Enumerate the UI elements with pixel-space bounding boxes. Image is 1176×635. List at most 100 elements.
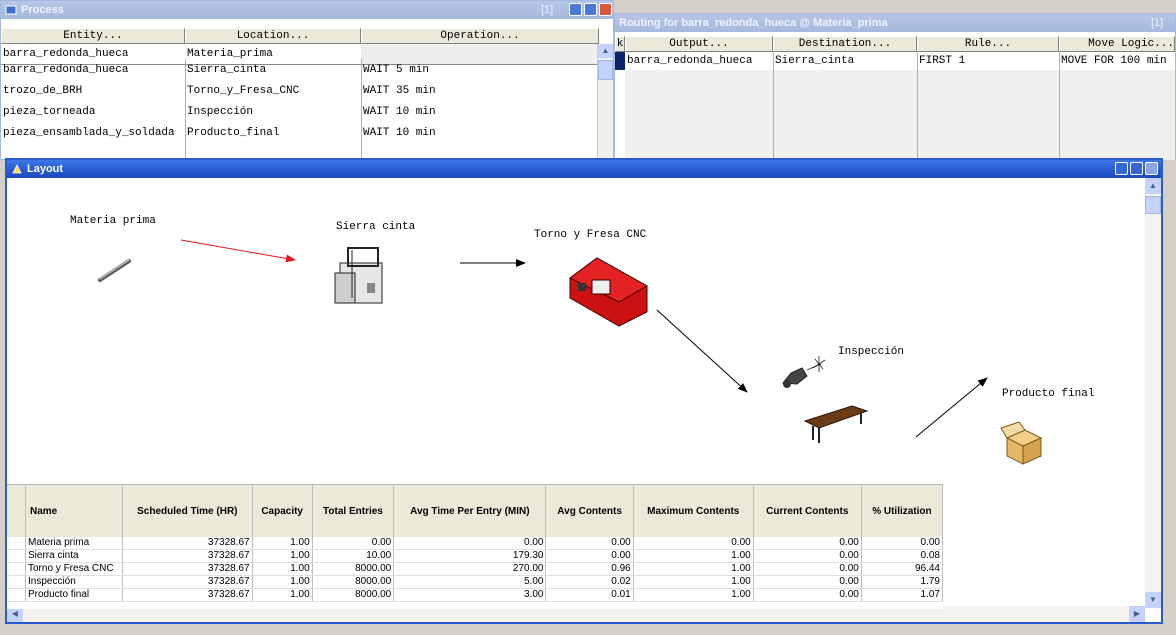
stats-row[interactable]: Sierra cinta 37328.67 1.00 10.00 179.30 0.00 1…: [7, 549, 943, 563]
routing-instance-count: [1]: [1151, 17, 1164, 29]
stats-value: 1.00: [633, 575, 754, 589]
stats-row[interactable]: Producto final 37328.67 1.00 8000.00 3.00 0.0…: [7, 588, 943, 602]
row-margin: [7, 588, 26, 602]
row-margin: [7, 562, 26, 576]
scroll-thumb[interactable]: [1145, 196, 1161, 214]
stats-col-max-contents[interactable]: Maximum Contents: [633, 485, 754, 537]
move-logic-header-button[interactable]: Move Logic...: [1059, 36, 1175, 52]
stats-value: 96.44: [861, 562, 943, 576]
process-header-row: Entity... Location... Operation...: [1, 28, 613, 44]
routing-title: Routing for barra_redonda_hueca @ Materi…: [619, 17, 888, 29]
routing-header-row: k Output... Destination... Rule... Move …: [615, 36, 1175, 52]
row-margin: [7, 575, 26, 589]
stats-col-total-entries[interactable]: Total Entries: [312, 485, 395, 537]
stats-value: 0.01: [545, 588, 634, 602]
routing-row-selector[interactable]: [615, 52, 625, 70]
rule-header-button[interactable]: Rule...: [917, 36, 1059, 52]
process-titlebar[interactable]: Process [1]: [1, 1, 613, 19]
stats-value: 1.00: [252, 562, 313, 576]
entity-header-button[interactable]: Entity...: [1, 28, 185, 44]
stats-col-avg-time[interactable]: Avg Time Per Entry (MIN): [393, 485, 547, 537]
scroll-down-icon[interactable]: ▼: [1145, 592, 1161, 608]
workbench-icon[interactable]: [803, 405, 869, 443]
location-header-button[interactable]: Location...: [185, 28, 361, 44]
stats-row[interactable]: Torno y Fresa CNC 37328.67 1.00 8000.00 270.…: [7, 562, 943, 576]
row-location: Sierra_cinta: [187, 63, 267, 76]
output-header-button[interactable]: Output...: [625, 36, 773, 52]
layout-window-icon: [12, 164, 22, 174]
stats-value: 0.96: [545, 562, 634, 576]
stats-value: 0.00: [753, 562, 862, 576]
stats-value: 0.00: [545, 549, 634, 563]
stats-value: 0.00: [753, 575, 862, 589]
stats-value: 1.00: [252, 575, 313, 589]
process-row[interactable]: trozo_de_BRH Torno_y_Fresa_CNC WAIT 35 m…: [1, 80, 599, 101]
stats-value: 0.00: [393, 537, 547, 550]
row-operation: WAIT 10 min: [363, 126, 436, 139]
layout-minimize-button[interactable]: [1115, 162, 1128, 175]
row-operation: WAIT 10 min: [363, 105, 436, 118]
stats-value: 1.79: [861, 575, 943, 589]
routing-output: barra_redonda_hueca: [627, 55, 753, 67]
routing-titlebar[interactable]: Routing for barra_redonda_hueca @ Materi…: [615, 14, 1175, 32]
stats-value: 1.00: [252, 549, 313, 563]
stats-value: 0.02: [545, 575, 634, 589]
blk-header[interactable]: k: [615, 36, 625, 52]
stats-location-name: Torno y Fresa CNC: [25, 562, 123, 576]
maximize-button[interactable]: [584, 3, 597, 16]
row-entity: trozo_de_BRH: [3, 84, 83, 97]
stats-value: 0.08: [861, 549, 943, 563]
process-row[interactable]: pieza_ensamblada_y_soldada Producto_fina…: [1, 122, 599, 143]
stats-value: 37328.67: [122, 537, 253, 550]
cnc-lathe-icon[interactable]: [569, 257, 649, 327]
stats-col-current-contents[interactable]: Current Contents: [753, 485, 862, 537]
stats-col-name[interactable]: Name: [25, 485, 123, 537]
path-arrow-torno-inspeccion[interactable]: [656, 309, 748, 393]
stats-value: 0.00: [753, 549, 862, 563]
stats-header-row: Name Scheduled Time (HR) Capacity Total …: [7, 485, 943, 537]
stats-value: 3.00: [393, 588, 547, 602]
inspection-robot-icon[interactable]: [782, 356, 826, 388]
stats-value: 270.00: [393, 562, 547, 576]
path-arrow-inspeccion-producto[interactable]: [915, 377, 988, 438]
stats-col-capacity[interactable]: Capacity: [252, 485, 313, 537]
stats-value: 37328.67: [122, 575, 253, 589]
location-stats-table: Name Scheduled Time (HR) Capacity Total …: [7, 485, 943, 602]
scroll-right-icon[interactable]: ▶: [1129, 606, 1145, 622]
process-list: barra_redonda_hueca Sierra_cinta WAIT 5 …: [1, 59, 599, 159]
stats-col-scheduled-time[interactable]: Scheduled Time (HR): [122, 485, 253, 537]
row-location: Torno_y_Fresa_CNC: [187, 84, 300, 97]
stats-row[interactable]: Materia prima 37328.67 1.00 0.00 0.00 0.00 0.0…: [7, 537, 943, 550]
process-scrollbar[interactable]: ▲: [597, 44, 613, 159]
stats-value: 0.00: [312, 537, 395, 550]
layout-titlebar[interactable]: Layout: [7, 160, 1161, 178]
layout-close-button[interactable]: [1145, 162, 1158, 175]
destination-header-button[interactable]: Destination...: [773, 36, 917, 52]
minimize-button[interactable]: [569, 3, 582, 16]
stats-col-utilization[interactable]: % Utilization: [861, 485, 943, 537]
scroll-thumb[interactable]: [598, 60, 613, 80]
row-entity: barra_redonda_hueca: [3, 63, 129, 76]
stats-value: 37328.67: [122, 549, 253, 563]
row-margin: [7, 549, 26, 563]
process-window-icon: [5, 5, 17, 15]
scroll-up-icon[interactable]: ▲: [1145, 178, 1161, 194]
routing-row[interactable]: barra_redonda_hueca Sierra_cinta FIRST 1…: [625, 52, 1175, 70]
stats-value: 179.30: [393, 549, 547, 563]
process-row[interactable]: barra_redonda_hueca Sierra_cinta WAIT 5 …: [1, 59, 599, 80]
stats-value: 10.00: [312, 549, 395, 563]
routing-arrow[interactable]: [180, 239, 296, 263]
stats-value: 0.00: [545, 537, 634, 550]
operation-header-button[interactable]: Operation...: [361, 28, 599, 44]
band-saw-icon[interactable]: [334, 247, 383, 304]
stats-row[interactable]: Inspección 37328.67 1.00 8000.00 5.00 0.02 1.0…: [7, 575, 943, 589]
layout-maximize-button[interactable]: [1130, 162, 1143, 175]
scroll-up-icon[interactable]: ▲: [598, 44, 613, 58]
box-icon[interactable]: [1000, 421, 1043, 465]
routing-list: barra_redonda_hueca Sierra_cinta FIRST 1…: [615, 52, 1175, 160]
layout-vertical-scrollbar[interactable]: ▲ ▼: [1145, 178, 1161, 608]
process-row[interactable]: pieza_torneada Inspección WAIT 10 min: [1, 101, 599, 122]
close-button[interactable]: [599, 3, 612, 16]
stats-col-avg-contents[interactable]: Avg Contents: [545, 485, 634, 537]
materia-prima-bar-icon[interactable]: [98, 259, 131, 282]
